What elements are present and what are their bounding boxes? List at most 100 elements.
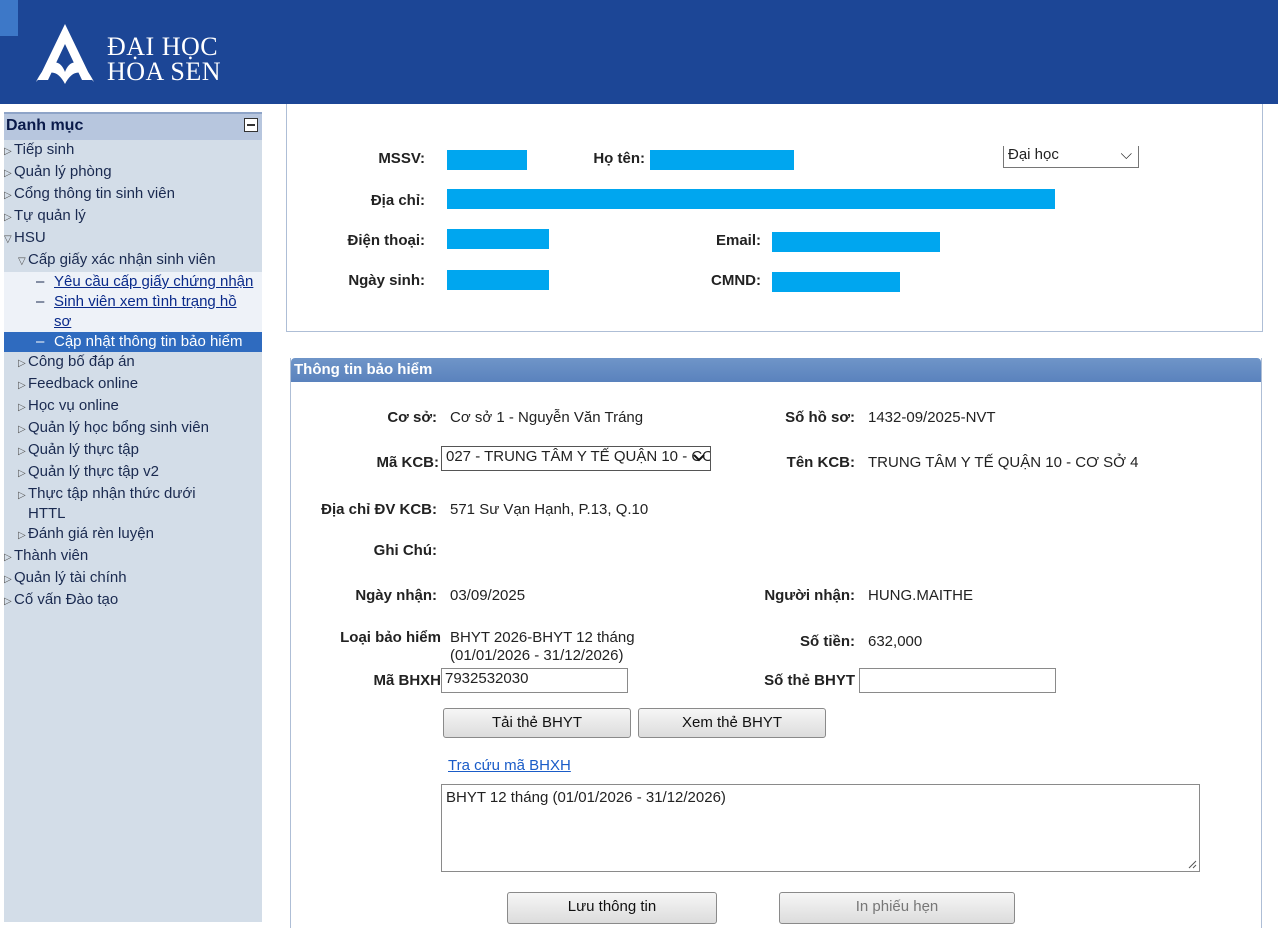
- nguoinhan-label: Người nhận:: [764, 587, 855, 604]
- download-card-button[interactable]: Tải thẻ BHYT: [443, 708, 631, 738]
- expand-triangle-icon: ▷: [18, 530, 26, 541]
- mssv-redacted-value: [447, 150, 527, 170]
- expand-triangle-icon: ▷: [4, 552, 12, 563]
- ngaynhan-label: Ngày nhận:: [355, 587, 437, 604]
- menu-item-cap-nhat-bao-hiem[interactable]: – Cập nhật thông tin bảo hiểm: [4, 332, 262, 352]
- expand-triangle-icon: ▷: [18, 490, 26, 501]
- expand-triangle-icon: ▷: [18, 402, 26, 413]
- menu-item-feedback[interactable]: ▷ Feedback online: [4, 374, 262, 396]
- resize-grip-icon[interactable]: [1187, 859, 1197, 869]
- note-text: BHYT 12 tháng (01/01/2026 - 31/12/2026): [446, 789, 726, 806]
- menu-item-hoc-bong[interactable]: ▷ Quản lý học bổng sinh viên: [4, 418, 262, 440]
- menu-item-cong-thong-tin[interactable]: ▷ Cổng thông tin sinh viên: [4, 184, 262, 206]
- menu-item-thanh-vien[interactable]: ▷ Thành viên: [4, 546, 262, 568]
- menu-item-yeu-cau-cap-giay[interactable]: – Yêu cầu cấp giấy chứng nhận: [4, 272, 262, 292]
- save-info-button[interactable]: Lưu thông tin: [507, 892, 717, 924]
- sotien-label: Số tiền:: [800, 633, 855, 650]
- menu-link-yeu-cau[interactable]: Yêu cầu cấp giấy chứng nhận: [54, 273, 253, 290]
- menu-item-tiep-sinh[interactable]: ▷ Tiếp sinh: [4, 140, 262, 162]
- hoten-redacted-value: [650, 150, 794, 170]
- menu-item-cap-giay[interactable]: ▽ Cấp giấy xác nhận sinh viên: [4, 250, 262, 272]
- sidebar-title: Danh mục: [6, 117, 84, 134]
- email-redacted-value: [772, 232, 940, 252]
- ngaysinh-label: Ngày sinh:: [348, 272, 425, 289]
- site-header: ĐẠI HỌC HOA SEN: [0, 0, 1278, 104]
- main-content: MSSV: Họ tên: Đại học ⌵ Địa chỉ: Điện th…: [262, 104, 1278, 928]
- expand-triangle-icon: ▷: [4, 596, 12, 607]
- collapse-icon[interactable]: [244, 118, 258, 132]
- level-select[interactable]: Đại học ⌵: [1003, 146, 1139, 168]
- cmnd-label: CMND:: [711, 272, 761, 289]
- ngaysinh-redacted-value: [447, 270, 549, 290]
- expand-triangle-icon: ▷: [4, 190, 12, 201]
- university-name: ĐẠI HỌC HOA SEN: [107, 34, 222, 86]
- sohoso-label: Số hồ sơ:: [785, 409, 855, 426]
- expand-triangle-icon: ▷: [4, 574, 12, 585]
- loaibh-value: BHYT 2026-BHYT 12 tháng (01/01/2026 - 31…: [450, 629, 635, 664]
- menu-item-hoc-vu[interactable]: ▷ Học vụ online: [4, 396, 262, 418]
- ngaynhan-value: 03/09/2025: [450, 587, 526, 604]
- cmnd-redacted-value: [772, 272, 900, 292]
- chevron-down-icon: [693, 454, 705, 462]
- expand-triangle-icon: ▷: [4, 146, 12, 157]
- insurance-panel-header: Thông tin bảo hiểm: [291, 358, 1261, 382]
- menu-tree: ▷ Tiếp sinh ▷ Quản lý phòng ▷ Cổng thông ti…: [4, 140, 262, 612]
- chevron-down-icon: ⌵: [1120, 146, 1132, 163]
- diachi-label: Địa chỉ:: [370, 192, 425, 209]
- menu-item-tu-quan-ly[interactable]: ▷ Tự quản lý: [4, 206, 262, 228]
- mssv-label: MSSV:: [378, 150, 425, 167]
- diachikcb-value: 571 Sư Vạn Hạnh, P.13, Q.10: [450, 501, 649, 518]
- menu-item-quan-ly-phong[interactable]: ▷ Quản lý phòng: [4, 162, 262, 184]
- sohoso-value: 1432-09/2025-NVT: [868, 409, 996, 426]
- coso-value: Cơ sở 1 - Nguyễn Văn Tráng: [450, 409, 644, 426]
- sothe-bhyt-input[interactable]: [859, 668, 1056, 693]
- expand-triangle-icon: ▷: [18, 468, 26, 479]
- sidebar-header: Danh mục: [4, 112, 262, 140]
- expand-triangle-icon: ▷: [4, 212, 12, 223]
- menu-item-co-van[interactable]: ▷ Cố vấn Đào tạo: [4, 590, 262, 612]
- hoten-label: Họ tên:: [593, 150, 645, 167]
- header-corner-accent: [0, 0, 18, 36]
- collapse-triangle-icon: ▽: [18, 256, 26, 267]
- dienthoai-label: Điện thoại:: [347, 232, 426, 249]
- expand-triangle-icon: ▷: [4, 168, 12, 179]
- sidebar: Danh mục ▷ Tiếp sinh ▷ Quản lý phòng ▷ Cổng…: [4, 112, 262, 922]
- menu-link-sinh-vien-xem[interactable]: Sinh viên xem tình trạng hồ sơ: [54, 293, 237, 330]
- menu-item-cong-bo-dap-an[interactable]: ▷ Công bố đáp án: [4, 352, 262, 374]
- dienthoai-redacted-value: [447, 229, 549, 249]
- diachi-redacted-value: [447, 189, 1055, 209]
- menu-item-danh-gia[interactable]: ▷ Đánh giá rèn luyện: [4, 524, 262, 546]
- ghichu-label: Ghi Chú:: [373, 542, 437, 559]
- logo-line-2: HOA SEN: [107, 57, 222, 86]
- menu-item-sinh-vien-xem[interactable]: – Sinh viên xem tình trạng hồ sơ: [4, 292, 262, 332]
- lotus-logo-icon[interactable]: [30, 22, 100, 88]
- mabhxh-input[interactable]: 7932532030: [441, 668, 628, 693]
- nguoinhan-value: HUNG.MAITHE: [868, 587, 973, 604]
- expand-triangle-icon: ▷: [18, 446, 26, 457]
- collapse-triangle-icon: ▽: [4, 234, 12, 245]
- insurance-panel-title: Thông tin bảo hiểm: [294, 361, 433, 378]
- expand-triangle-icon: ▷: [18, 358, 26, 369]
- menu-item-hsu[interactable]: ▽ HSU: [4, 228, 262, 250]
- diachikcb-label: Địa chỉ ĐV KCB:: [321, 501, 437, 518]
- expand-triangle-icon: ▷: [18, 380, 26, 391]
- insurance-panel: Thông tin bảo hiểm Cơ sở: Cơ sở 1 - Nguy…: [290, 358, 1262, 928]
- menu-item-tai-chinh[interactable]: ▷ Quản lý tài chính: [4, 568, 262, 590]
- menu-item-thuc-tap-nhan-thuc[interactable]: ▷ Thực tập nhận thức dưới HTTL: [4, 484, 262, 524]
- lookup-bhxh-link[interactable]: Tra cứu mã BHXH: [448, 757, 571, 774]
- makcb-label: Mã KCB:: [376, 454, 440, 471]
- sothe-label: Số thẻ BHYT: [764, 672, 855, 689]
- student-info-panel: MSSV: Họ tên: Đại học ⌵ Địa chỉ: Điện th…: [286, 104, 1263, 332]
- tenkcb-label: Tên KCB:: [786, 454, 855, 471]
- tenkcb-value: TRUNG TÂM Y TẾ QUẬN 10 - CƠ SỞ 4: [868, 454, 1139, 471]
- coso-label: Cơ sở:: [387, 409, 437, 426]
- email-label: Email:: [715, 232, 761, 249]
- mabhxh-label: Mã BHXH: [373, 672, 441, 689]
- loaibh-label: Loại bảo hiểm: [340, 629, 441, 646]
- print-appointment-button[interactable]: In phiếu hẹn: [779, 892, 1015, 924]
- menu-item-thuc-tap[interactable]: ▷ Quản lý thực tập: [4, 440, 262, 462]
- view-card-button[interactable]: Xem thẻ BHYT: [638, 708, 826, 738]
- menu-item-thuc-tap-v2[interactable]: ▷ Quản lý thực tập v2: [4, 462, 262, 484]
- note-textarea[interactable]: BHYT 12 tháng (01/01/2026 - 31/12/2026): [441, 784, 1200, 872]
- makcb-select[interactable]: 027 - TRUNG TÂM Y TẾ QUẬN 10 - CƠ SỞ 4: [441, 446, 711, 471]
